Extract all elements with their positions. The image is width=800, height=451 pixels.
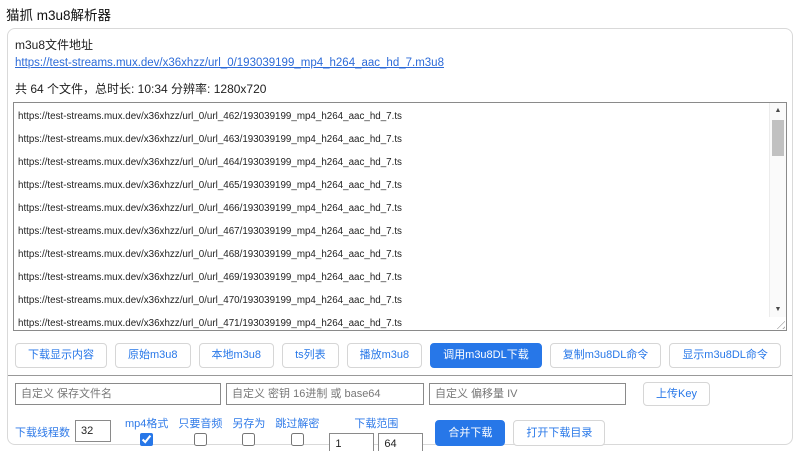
key-input[interactable] [226, 383, 424, 405]
save-as-checkbox[interactable] [242, 433, 256, 446]
filename-input[interactable] [15, 383, 221, 405]
original-m3u8-button[interactable]: 原始m3u8 [115, 343, 191, 368]
segment-line: https://test-streams.mux.dev/x36xhzz/url… [18, 295, 402, 306]
segment-lines: https://test-streams.mux.dev/x36xhzz/url… [14, 103, 786, 330]
vertical-scrollbar[interactable]: ▲ ▼ [769, 103, 786, 317]
m3u8-address-label: m3u8文件地址 [15, 38, 94, 52]
segment-line: https://test-streams.mux.dev/x36xhzz/url… [18, 134, 402, 145]
segment-line: https://test-streams.mux.dev/x36xhzz/url… [18, 111, 402, 122]
toggle-mp4-format: mp4格式 [125, 415, 168, 446]
merge-download-button[interactable]: 合并下载 [435, 420, 506, 446]
page-title: 猫抓 m3u8解析器 [6, 8, 112, 23]
iv-input[interactable] [429, 383, 626, 405]
toggle-skip-decrypt: 跳过解密 [275, 415, 319, 446]
save-as-label: 另存为 [232, 418, 266, 430]
segment-list-textarea[interactable]: https://test-streams.mux.dev/x36xhzz/url… [13, 102, 787, 331]
download-range-label: 下载范围 [354, 418, 399, 430]
segment-line: https://test-streams.mux.dev/x36xhzz/url… [18, 318, 402, 329]
audio-only-label: 只要音频 [178, 418, 223, 430]
invoke-m3u8dl-download-button[interactable]: 调用m3u8DL下载 [430, 343, 542, 368]
segment-line: https://test-streams.mux.dev/x36xhzz/url… [18, 272, 402, 283]
segment-line: https://test-streams.mux.dev/x36xhzz/url… [18, 249, 402, 260]
show-m3u8dl-command-button[interactable]: 显示m3u8DL命令 [669, 343, 781, 368]
range-inputs [329, 433, 424, 451]
audio-only-checkbox[interactable] [193, 433, 207, 446]
scrollbar-thumb[interactable] [772, 120, 784, 156]
threads-input[interactable] [75, 420, 111, 442]
segment-line: https://test-streams.mux.dev/x36xhzz/url… [18, 157, 402, 168]
scroll-up-icon[interactable]: ▲ [770, 103, 786, 118]
download-range-group: 下载范围 [329, 415, 424, 451]
section-divider [8, 375, 792, 376]
copy-m3u8dl-command-button[interactable]: 复制m3u8DL命令 [549, 343, 662, 368]
range-start-input[interactable] [329, 433, 375, 451]
segment-line: https://test-streams.mux.dev/x36xhzz/url… [18, 226, 402, 237]
parser-panel: m3u8文件地址 https://test-streams.mux.dev/x3… [7, 28, 793, 451]
skip-decrypt-label: 跳过解密 [275, 418, 320, 430]
segment-line: https://test-streams.mux.dev/x36xhzz/url… [18, 203, 402, 214]
action-button-row: 下载显示内容 原始m3u8 本地m3u8 ts列表 播放m3u8 调用m3u8D… [15, 343, 788, 368]
download-shown-content-button[interactable]: 下载显示内容 [15, 343, 107, 368]
segment-line: https://test-streams.mux.dev/x36xhzz/url… [18, 180, 402, 191]
download-controls-row: 下载线程数 mp4格式 只要音频 另存为 跳过解密 下载范围 合并下载 打开下载… [15, 415, 788, 451]
m3u8-url-link[interactable]: https://test-streams.mux.dev/x36xhzz/url… [15, 57, 444, 69]
scroll-down-icon[interactable]: ▼ [770, 302, 786, 317]
toggle-save-as: 另存为 [232, 415, 265, 446]
play-m3u8-button[interactable]: 播放m3u8 [346, 343, 423, 368]
file-info-summary: 共 64 个文件，总时长: 10:34 分辨率: 1280x720 [15, 82, 267, 96]
mp4-format-label: mp4格式 [125, 418, 169, 430]
range-end-input[interactable] [378, 433, 424, 451]
upload-key-button[interactable]: 上传Key [643, 382, 710, 406]
ts-list-button[interactable]: ts列表 [282, 343, 339, 368]
open-download-folder-button[interactable]: 打开下载目录 [513, 420, 606, 446]
skip-decrypt-checkbox[interactable] [290, 433, 304, 446]
toggle-audio-only: 只要音频 [178, 415, 222, 446]
custom-inputs-row: 上传Key [15, 382, 788, 406]
local-m3u8-button[interactable]: 本地m3u8 [198, 343, 275, 368]
mp4-format-checkbox[interactable] [140, 433, 154, 446]
threads-label: 下载线程数 [15, 427, 70, 439]
